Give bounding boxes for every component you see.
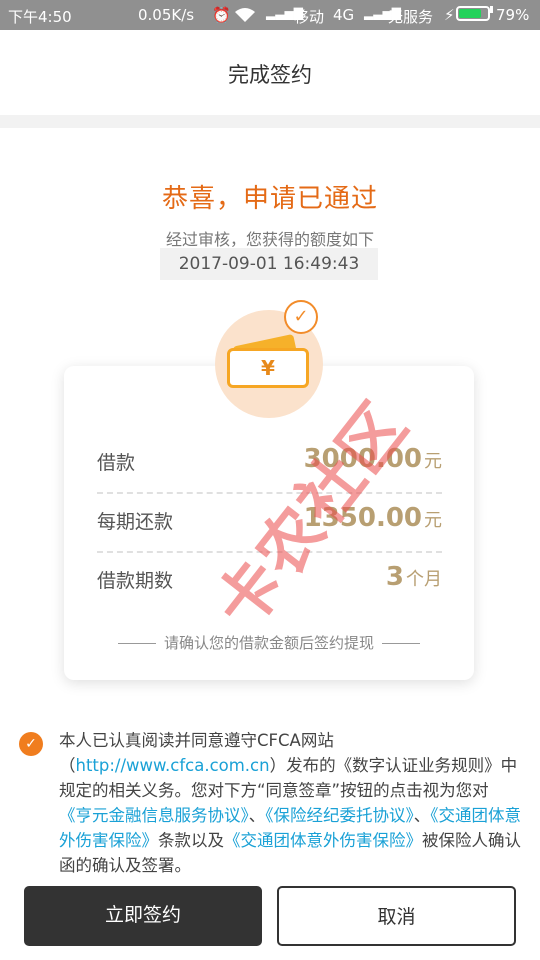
loan-row-amount: 借款 3000.00 元 [97,432,442,490]
divider [382,643,420,644]
card-footer-note: 请确认您的借款金额后签约提现 [64,632,474,653]
ticket-icon: ¥ [227,348,309,388]
check-circle-icon: ✓ [284,300,318,334]
service-agreement-link[interactable]: 《亨元金融信息服务协议》 [59,806,249,825]
term-label: 借款期数 [97,570,174,592]
agreement-separator: 、 [413,806,431,825]
status-network: 4G [333,6,355,24]
installment-unit: 元 [424,510,442,531]
term-number: 3 [385,562,404,592]
wifi-icon [234,6,256,28]
status-speed: 0.05K/s [138,6,195,24]
status-carrier-secondary: 无服务 [388,8,434,26]
status-carrier: 移动 [294,8,325,26]
loan-amount-unit: 元 [424,451,442,472]
approval-timestamp: 2017-09-01 16:49:43 [160,248,378,280]
main-content: 恭喜，申请已通过 经过审核，您获得的额度如下 2017-09-01 16:49:… [0,128,540,960]
charging-icon: ⚡ [444,6,455,24]
battery-percent: 79% [496,6,530,24]
term-unit: 个月 [406,569,442,590]
card-footer-text: 请确认您的借款金额后签约提现 [163,634,374,652]
loan-amount-value: 3000.00 元 [304,444,442,474]
insurance-confirmation-link[interactable]: 《交通团体意外伤害保险》 [224,831,422,850]
status-time: 下午4:50 [8,8,72,26]
loan-row-installment: 每期还款 1350.00 元 [97,491,442,549]
sign-now-button[interactable]: 立即签约 [24,886,262,946]
installment-number: 1350.00 [303,503,422,533]
agreement-separator: 、 [248,806,266,825]
agree-checkbox[interactable]: ✓ [19,732,43,756]
agreement-text: 本人已认真阅读并同意遵守CFCA网站（http://www.cfca.com.c… [59,728,521,878]
approval-title: 恭喜，申请已通过 [161,184,378,214]
loan-amount-number: 3000.00 [303,444,422,474]
installment-value: 1350.00 元 [304,503,442,533]
term-value: 3 个月 [386,562,442,592]
cfca-link[interactable]: http://www.cfca.com.cn [76,756,270,775]
battery-icon [456,6,490,21]
installment-label: 每期还款 [97,511,174,533]
loan-amount-label: 借款 [97,452,136,474]
battery-tip [490,6,493,13]
agreement-text-part: 条款以及 [158,831,224,850]
approval-subtitle: 经过审核，您获得的额度如下 [165,230,374,249]
status-bar: 下午4:50 0.05K/s ⏰ ▂▃▅▇ 移动 4G ▂▃▅▇ 无服务 ⚡ 7… [0,0,540,30]
divider [117,643,156,644]
cancel-button[interactable]: 取消 [277,886,516,946]
loan-row-term: 借款期数 3 个月 [97,550,442,608]
alarm-icon: ⏰ [212,6,231,24]
broker-agreement-link[interactable]: 《保险经纪委托协议》 [265,806,414,825]
page-title: 完成签约 [228,63,312,87]
header: 完成签约 [0,30,540,115]
